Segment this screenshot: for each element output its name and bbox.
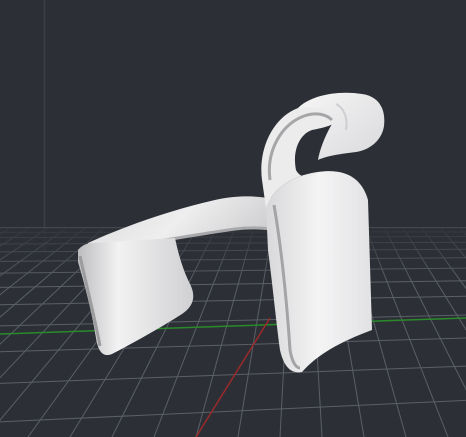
3d-viewport[interactable] — [0, 0, 466, 437]
scene-canvas[interactable] — [0, 0, 466, 437]
